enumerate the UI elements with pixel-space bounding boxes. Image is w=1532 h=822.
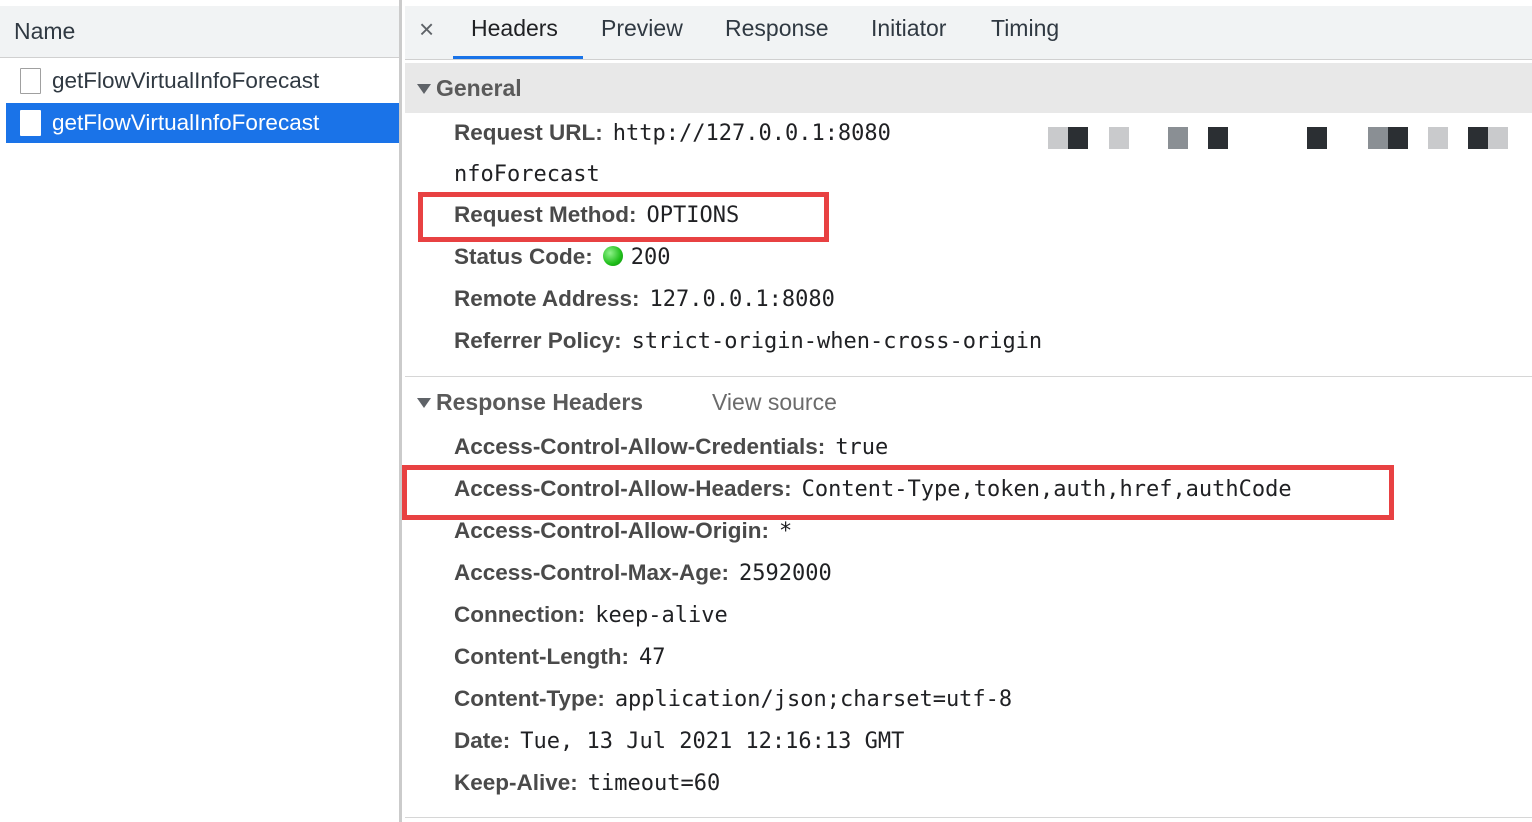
referrer-policy-value: strict-origin-when-cross-origin [631, 329, 1043, 354]
redaction-block [927, 120, 1027, 134]
response-headers-section-header[interactable]: Response Headers View source [405, 376, 1532, 426]
header-value: application/json;charset=utf-8 [614, 687, 1013, 712]
status-ok-icon [602, 246, 623, 266]
referrer-policy-row: Referrer Policy: strict-origin-when-cross… [454, 328, 1042, 362]
view-source-link[interactable]: View source [712, 389, 837, 416]
header-value: * [779, 519, 793, 544]
redaction-block [1468, 127, 1488, 149]
close-icon[interactable]: × [419, 14, 434, 45]
redaction-block [1488, 127, 1508, 149]
request-url-row: Request URL: http://127.0.0.1:8080 [454, 120, 891, 154]
redaction-block [1368, 127, 1388, 149]
request-list-panel: Name getFlowVirtualInfoForecast getFlowV… [0, 0, 402, 822]
request-url-continuation: nfoForecast [454, 162, 600, 187]
tab-headers[interactable]: Headers [471, 15, 558, 42]
tab-initiator[interactable]: Initiator [871, 15, 946, 42]
request-row-selected[interactable]: getFlowVirtualInfoForecast [6, 103, 399, 143]
remote-address-row: Remote Address: 127.0.0.1:8080 [454, 286, 835, 320]
header-key: Access-Control-Max-Age: [454, 560, 730, 585]
remote-address-value: 127.0.0.1:8080 [649, 287, 835, 312]
response-header-row: Connection: keep-alive [454, 602, 728, 636]
header-value: 47 [638, 645, 666, 670]
status-code-value: 200 [630, 245, 671, 270]
status-code-row: Status Code: 200 [454, 244, 671, 278]
status-code-key: Status Code: [454, 244, 593, 269]
document-icon [20, 68, 41, 94]
general-section-header[interactable]: General [405, 63, 1532, 113]
request-name: getFlowVirtualInfoForecast [52, 110, 320, 135]
redaction-block [1428, 127, 1448, 149]
redaction-block [1068, 127, 1088, 149]
header-key: Access-Control-Allow-Origin: [454, 518, 770, 543]
response-header-row: Access-Control-Max-Age: 2592000 [454, 560, 832, 594]
redaction-block [1109, 127, 1129, 149]
request-url-value: http://127.0.0.1:8080 [612, 121, 891, 146]
header-key: Connection: [454, 602, 586, 627]
header-value: timeout=60 [587, 771, 721, 796]
response-headers-section-title: Response Headers [436, 389, 644, 415]
request-list-header: Name [0, 0, 399, 58]
header-value: keep-alive [595, 603, 728, 628]
header-value: true [835, 435, 889, 460]
header-key: Date: [454, 728, 511, 753]
response-header-row: Keep-Alive: timeout=60 [454, 770, 720, 804]
details-tab-bar: × Headers Preview Response Initiator Tim… [405, 0, 1532, 60]
active-tab-indicator [453, 56, 583, 59]
response-header-row: Access-Control-Allow-Origin: * [454, 518, 792, 552]
general-section-title: General [436, 75, 522, 101]
tab-timing[interactable]: Timing [991, 15, 1059, 42]
header-key: Keep-Alive: [454, 770, 578, 795]
request-row[interactable]: getFlowVirtualInfoForecast [6, 61, 399, 101]
response-header-row: Access-Control-Allow-Credentials: true [454, 434, 888, 468]
request-url-key: Request URL: [454, 120, 603, 145]
redaction-block [1307, 127, 1327, 149]
tab-preview[interactable]: Preview [601, 15, 683, 42]
collapse-triangle-icon[interactable] [417, 398, 431, 408]
request-method-highlight [418, 192, 829, 242]
section-divider [405, 817, 1532, 818]
request-name: getFlowVirtualInfoForecast [52, 68, 320, 93]
referrer-policy-key: Referrer Policy: [454, 328, 622, 353]
allow-headers-highlight [402, 465, 1394, 520]
collapse-triangle-icon[interactable] [417, 84, 431, 94]
header-value: Tue, 13 Jul 2021 12:16:13 GMT [520, 729, 905, 754]
redaction-block [1208, 127, 1228, 149]
redaction-block [1048, 127, 1068, 149]
header-key: Content-Length: [454, 644, 629, 669]
redaction-block [1388, 127, 1408, 149]
header-value: 2592000 [739, 561, 832, 586]
remote-address-key: Remote Address: [454, 286, 640, 311]
document-icon [20, 110, 41, 136]
tab-response[interactable]: Response [725, 15, 829, 42]
response-header-row: Date: Tue, 13 Jul 2021 12:16:13 GMT [454, 728, 904, 762]
request-details-panel: × Headers Preview Response Initiator Tim… [405, 0, 1532, 822]
name-column-header[interactable]: Name [14, 18, 75, 45]
header-key: Access-Control-Allow-Credentials: [454, 434, 826, 459]
header-key: Content-Type: [454, 686, 605, 711]
response-header-row: Content-Type: application/json;charset=ut… [454, 686, 1012, 720]
redaction-block [1168, 127, 1188, 149]
response-header-row: Content-Length: 47 [454, 644, 665, 678]
